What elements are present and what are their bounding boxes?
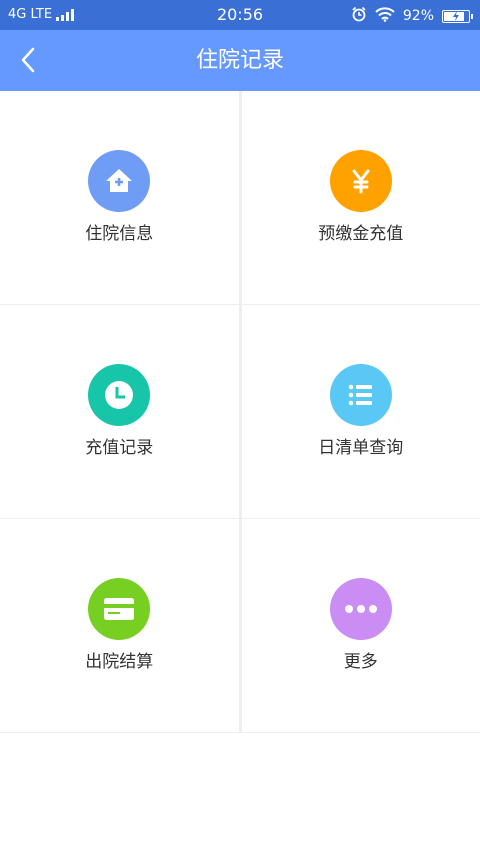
menu-row: 出院结算 更多 <box>0 519 480 733</box>
alarm-icon <box>351 6 367 26</box>
wifi-icon <box>375 6 395 26</box>
list-icon <box>329 364 392 426</box>
menu-item-label: 更多 <box>343 652 378 672</box>
menu-item-hospital-info[interactable]: 住院信息 <box>0 91 239 304</box>
card-icon <box>88 578 151 640</box>
menu-item-more[interactable]: 更多 <box>238 519 480 732</box>
menu-item-daily-list-query[interactable]: 日清单查询 <box>238 305 480 518</box>
battery-icon <box>442 9 473 23</box>
menu-item-label: 日清单查询 <box>318 438 404 458</box>
back-button[interactable] <box>8 40 48 80</box>
yen-icon <box>329 150 392 212</box>
clock-icon <box>88 364 151 426</box>
menu-grid: 住院信息 预缴金充值 充值记录 日清单查询 出院结算 更多 <box>0 91 480 733</box>
nav-bar: 住院记录 <box>0 30 480 91</box>
hospital-house-icon <box>88 150 151 212</box>
menu-row: 充值记录 日清单查询 <box>0 305 480 519</box>
status-icons: 92% <box>351 6 473 26</box>
status-bar: 4G LTE 20:56 92% <box>0 0 480 30</box>
menu-item-prepay-recharge[interactable]: 预缴金充值 <box>238 91 480 304</box>
page-title: 住院记录 <box>195 48 284 73</box>
menu-item-label: 充值记录 <box>85 438 154 458</box>
menu-item-label: 预缴金充值 <box>318 224 404 244</box>
menu-item-label: 住院信息 <box>85 224 154 244</box>
more-dots-icon <box>329 578 392 640</box>
menu-item-discharge-settlement[interactable]: 出院结算 <box>0 519 239 732</box>
menu-row: 住院信息 预缴金充值 <box>0 91 480 305</box>
menu-item-recharge-records[interactable]: 充值记录 <box>0 305 239 518</box>
chevron-left-icon <box>21 47 35 73</box>
menu-item-label: 出院结算 <box>85 652 154 672</box>
battery-percent: 92% <box>402 8 434 24</box>
